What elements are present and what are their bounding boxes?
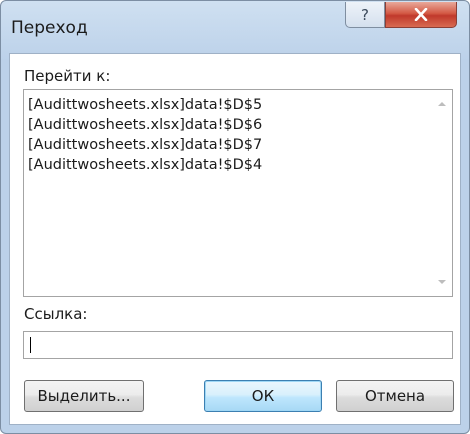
close-button[interactable]	[385, 2, 457, 28]
list-item[interactable]: [Audittwosheets.xlsx]data!$D$7	[28, 135, 428, 155]
goto-dialog: Переход ? Перейти к: [Audittwosheets.xls…	[0, 0, 470, 434]
dialog-title: Переход	[11, 18, 88, 38]
question-mark-icon: ?	[361, 5, 369, 24]
scroll-down-arrow-icon[interactable]	[438, 280, 446, 284]
ok-button[interactable]: ОК	[204, 380, 322, 412]
close-x-icon	[414, 8, 428, 21]
reference-input[interactable]	[23, 331, 453, 359]
cancel-button[interactable]: Отмена	[336, 380, 454, 412]
cancel-label: Отмена	[364, 387, 426, 405]
vertical-scrollbar[interactable]	[432, 90, 452, 296]
reference-label: Ссылка:	[24, 305, 88, 323]
dialog-body: Перейти к: [Audittwosheets.xlsx]data!$D$…	[9, 53, 461, 425]
list-item[interactable]: [Audittwosheets.xlsx]data!$D$6	[28, 115, 428, 135]
text-caret	[30, 337, 31, 353]
list-item[interactable]: [Audittwosheets.xlsx]data!$D$5	[28, 95, 428, 115]
help-button[interactable]: ?	[345, 2, 385, 28]
goto-listbox[interactable]: [Audittwosheets.xlsx]data!$D$5 [Audittwo…	[23, 89, 453, 297]
goto-label: Перейти к:	[24, 67, 111, 85]
title-bar[interactable]: Переход ?	[1, 1, 469, 53]
ok-label: ОК	[251, 387, 275, 405]
select-special-button[interactable]: Выделить...	[24, 380, 144, 412]
scroll-up-arrow-icon[interactable]	[438, 102, 446, 106]
select-special-label: Выделить...	[37, 387, 131, 405]
goto-list: [Audittwosheets.xlsx]data!$D$5 [Audittwo…	[28, 95, 428, 175]
list-item[interactable]: [Audittwosheets.xlsx]data!$D$4	[28, 155, 428, 175]
